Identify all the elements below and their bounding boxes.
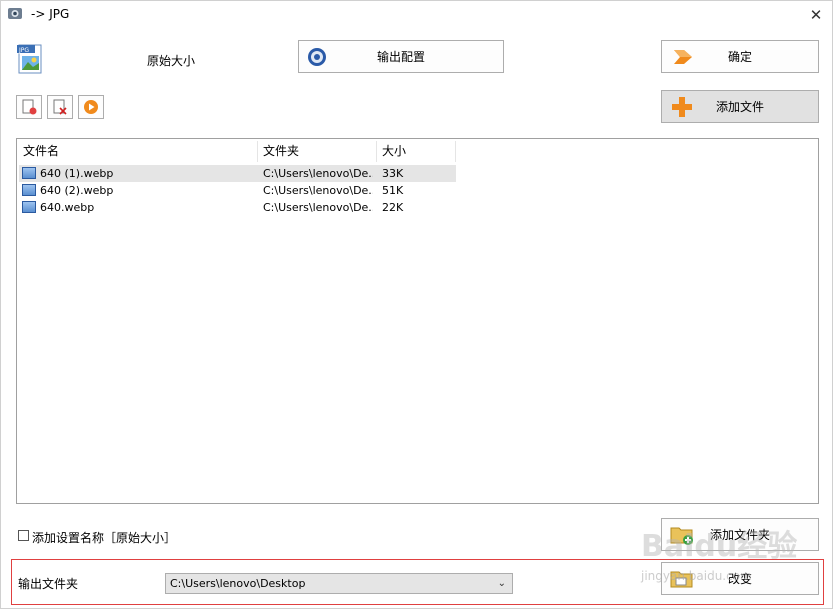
file-folder: C:\Users\lenovo\De... (263, 201, 373, 214)
title-bar: -> JPG ✕ (1, 1, 832, 29)
watermark-subtext: jingyan.baidu.com (641, 569, 752, 583)
output-folder-value: C:\Users\lenovo\Desktop (170, 577, 306, 590)
delete-file-tool-button[interactable] (47, 95, 73, 119)
add-file-tool-button[interactable] (16, 95, 42, 119)
svg-text:JPG: JPG (18, 47, 29, 54)
table-row[interactable]: 640.webp C:\Users\lenovo\De... 22K (19, 199, 456, 216)
delete-file-icon (53, 99, 67, 115)
add-file-icon (22, 99, 37, 115)
output-config-label: 输出配置 (376, 50, 425, 64)
file-name: 640 (1).webp (40, 167, 114, 180)
app-icon (8, 8, 22, 19)
jpg-file-icon: JPG (17, 44, 42, 74)
gear-icon (308, 47, 326, 66)
output-folder-select[interactable]: C:\Users\lenovo\Desktop ⌄ (165, 573, 513, 594)
add-setting-name-label: 添加设置名称［原始大小］ (32, 531, 177, 545)
table-row[interactable]: 640 (1).webp C:\Users\lenovo\De... 33K (19, 165, 456, 182)
ok-label: 确定 (727, 50, 752, 64)
plus-icon (672, 96, 692, 117)
add-setting-name-checkbox[interactable] (18, 530, 29, 541)
add-file-label: 添加文件 (715, 100, 764, 114)
file-name: 640.webp (40, 201, 95, 214)
image-file-icon (22, 167, 36, 179)
column-header-size[interactable]: 大小 (377, 141, 456, 162)
image-file-icon (22, 201, 36, 213)
file-folder: C:\Users\lenovo\De... (263, 167, 373, 180)
arrow-right-icon (674, 49, 692, 64)
main-window: -> JPG ✕ JPG 原始大小 输出配置 确定 添加文件 文件名 文件夹 大… (0, 0, 833, 609)
chevron-down-icon: ⌄ (497, 578, 506, 589)
column-header-folder[interactable]: 文件夹 (258, 141, 377, 162)
file-size: 33K (382, 167, 404, 180)
table-row[interactable]: 640 (2).webp C:\Users\lenovo\De... 51K (19, 182, 456, 199)
file-name: 640 (2).webp (40, 184, 114, 197)
file-size: 22K (382, 201, 404, 214)
start-tool-button[interactable] (78, 95, 104, 119)
file-size: 51K (382, 184, 404, 197)
original-size-label: 原始大小 (147, 54, 196, 68)
file-list[interactable]: 文件名 文件夹 大小 640 (1).webp C:\Users\lenovo\… (16, 138, 819, 504)
watermark-text: Baidu经验 (641, 529, 798, 564)
window-title: -> JPG (31, 7, 70, 21)
close-button[interactable]: ✕ (801, 3, 831, 27)
file-folder: C:\Users\lenovo\De... (263, 184, 373, 197)
column-header-name[interactable]: 文件名 (18, 141, 258, 162)
ok-button[interactable]: 确定 (661, 40, 819, 73)
output-config-button[interactable]: 输出配置 (298, 40, 504, 73)
output-folder-label: 输出文件夹 (18, 577, 79, 591)
image-file-icon (22, 184, 36, 196)
play-icon (84, 100, 98, 114)
add-file-button[interactable]: 添加文件 (661, 90, 819, 123)
